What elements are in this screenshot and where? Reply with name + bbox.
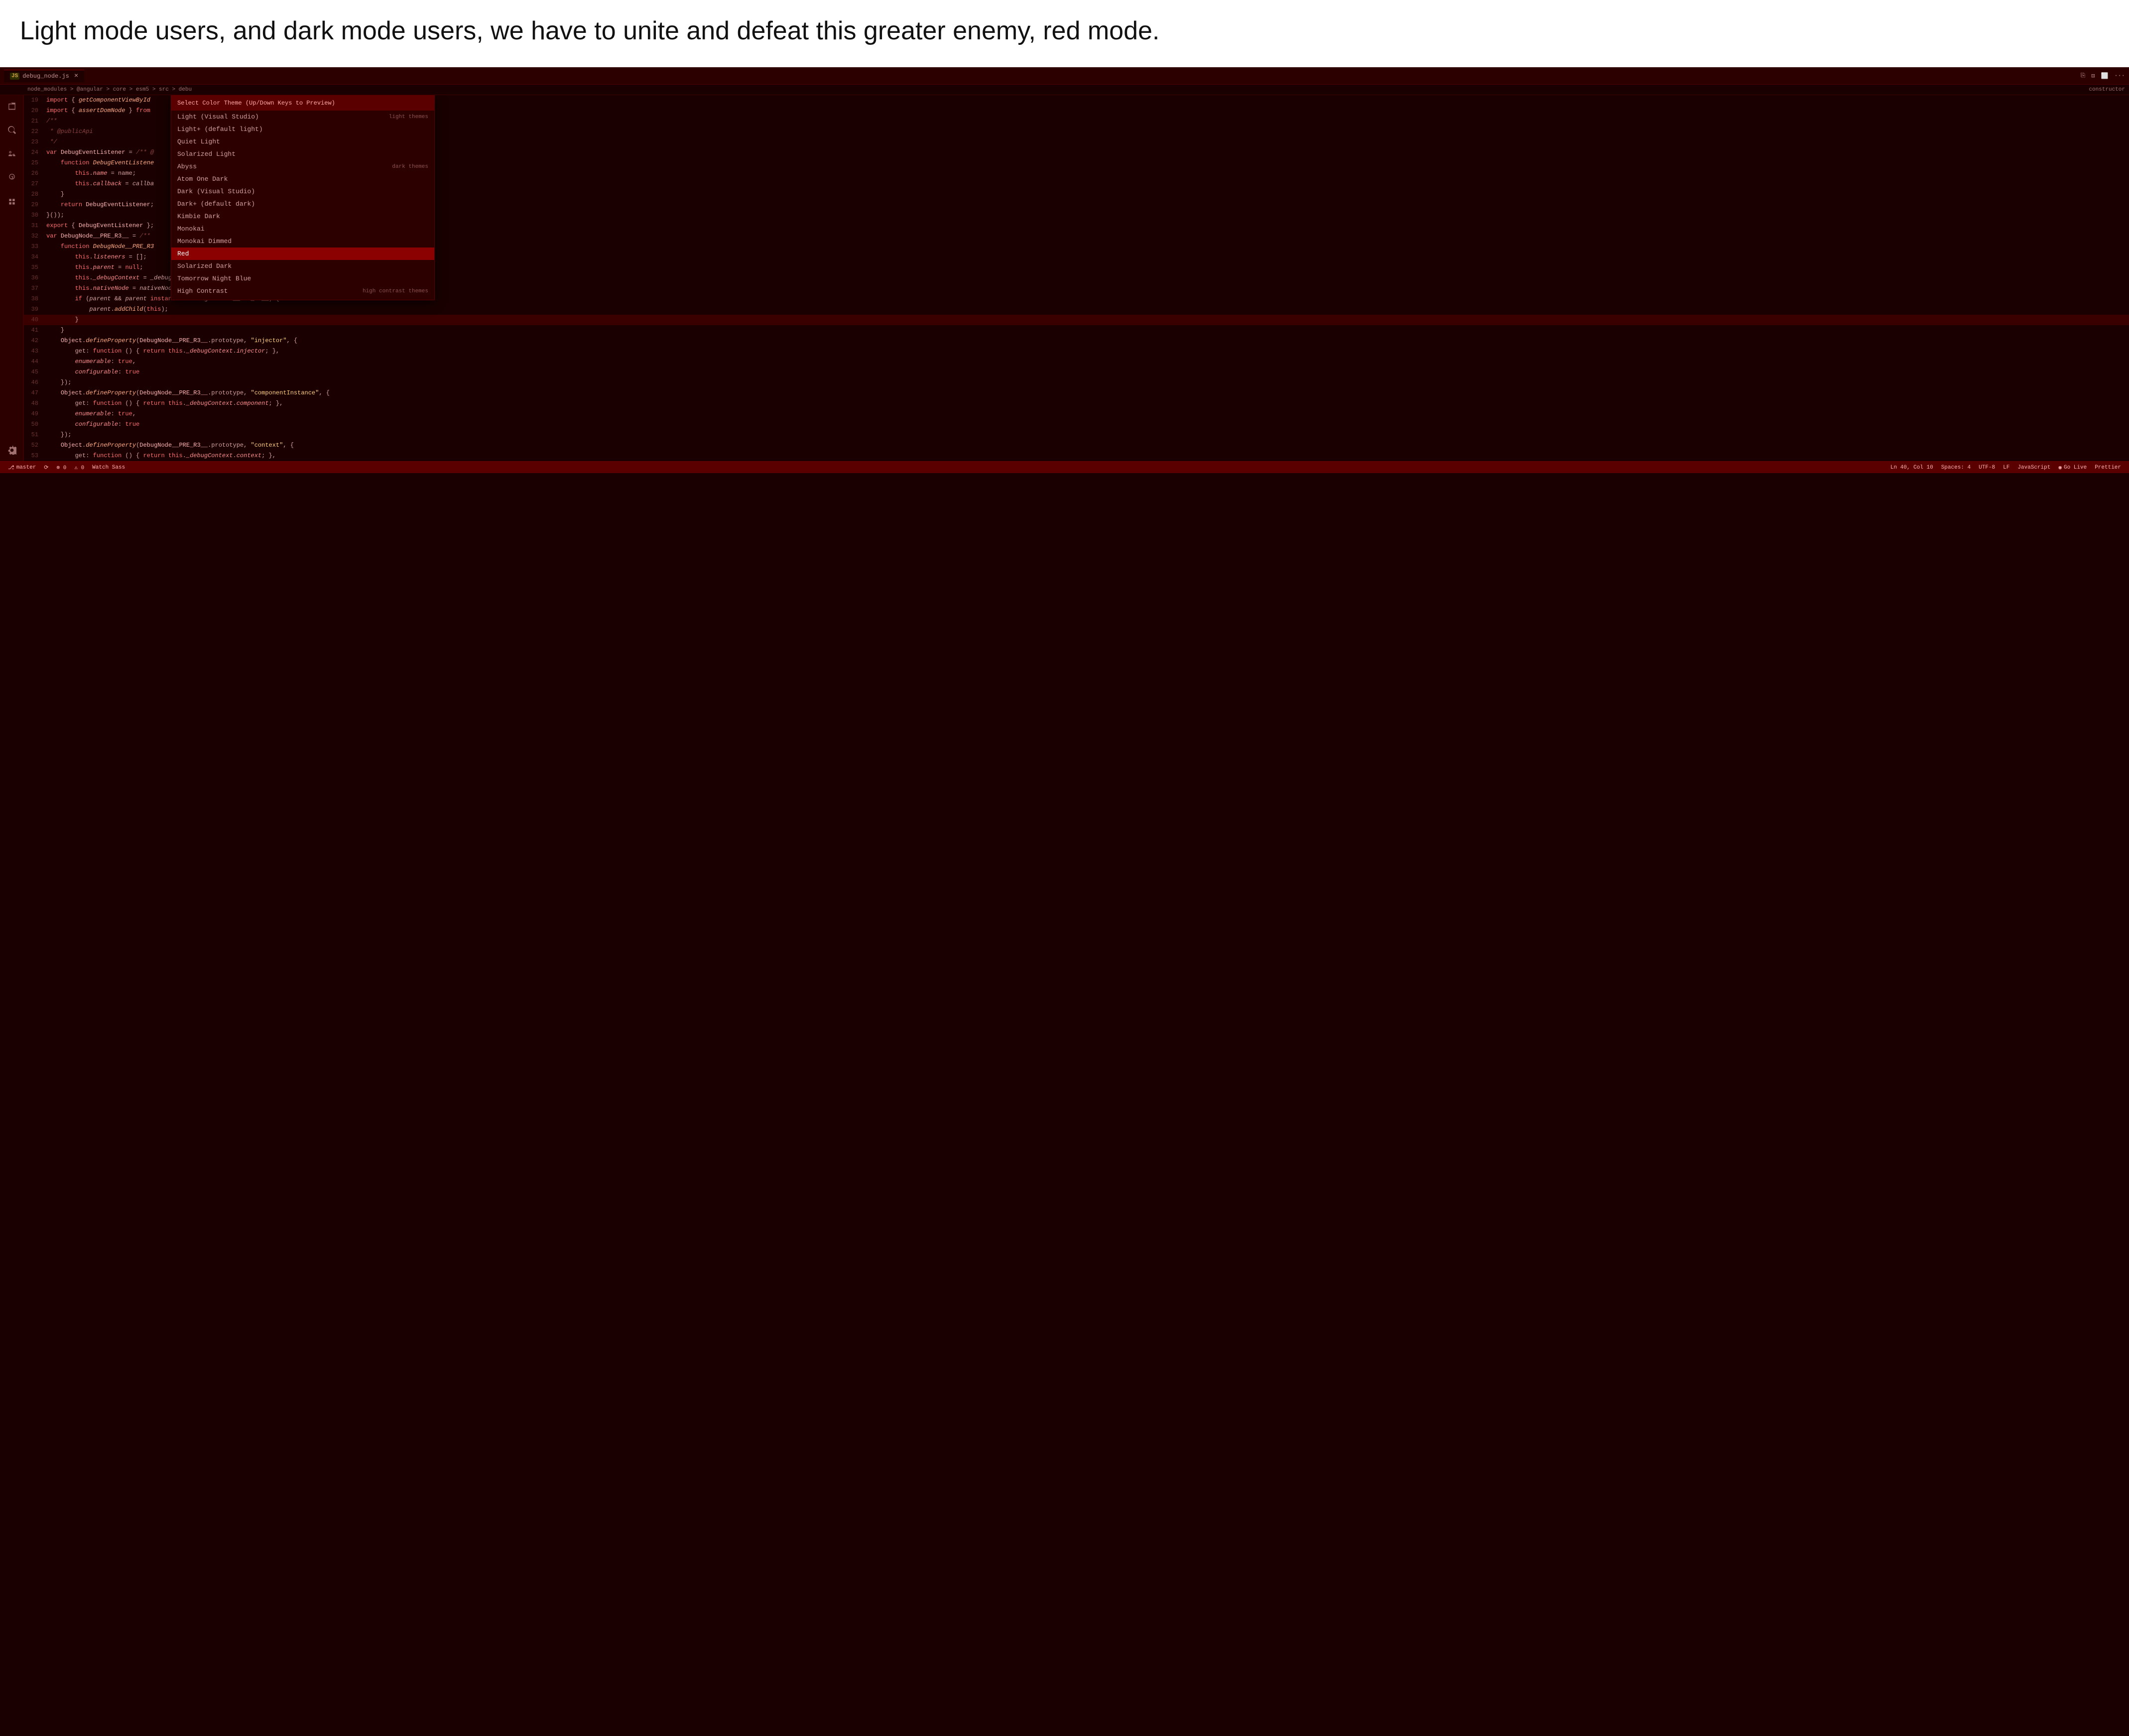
activity-search-icon[interactable] (5, 123, 19, 137)
cursor-position-status[interactable]: Ln 40, Col 10 (1886, 462, 1937, 473)
activity-explorer-icon[interactable] (5, 99, 19, 113)
code-line-41: 41 } (24, 325, 2129, 336)
theme-item-tomorrow-night-blue[interactable]: Tomorrow Night Blue (171, 272, 434, 285)
theme-item-atom-one-dark[interactable]: Atom One Dark (171, 173, 434, 185)
status-bar: ⎇ master ⟳ ⊗ 0 ⚠ 0 Watch Sass Ln 40, Col… (0, 461, 2129, 473)
theme-item-light-visual-studio[interactable]: Light (Visual Studio) light themes (171, 111, 434, 123)
code-line-48: 48 get: function () { return this._debug… (24, 398, 2129, 409)
color-theme-dropdown[interactable]: Select Color Theme (Up/Down Keys to Prev… (171, 95, 435, 300)
vscode-window: JS debug_node.js × ⎘ ⊡ ⬜ ··· node_module… (0, 67, 2129, 473)
split-editor-icon[interactable]: ⎘ (2081, 72, 2086, 80)
activity-extensions-icon[interactable] (5, 195, 19, 209)
tab-close-button[interactable]: × (74, 72, 78, 80)
editor-area: Select Color Theme (Up/Down Keys to Prev… (0, 95, 2129, 461)
watch-sass-status[interactable]: Watch Sass (88, 462, 129, 473)
prettier-label: Prettier (2095, 465, 2121, 471)
breadcrumb-path: node_modules > @angular > core > esm5 > … (27, 87, 192, 93)
watch-sass-label: Watch Sass (92, 465, 125, 471)
line-endings-label: LF (2003, 465, 2009, 471)
encoding-status[interactable]: UTF-8 (1975, 462, 1999, 473)
theme-item-light-plus[interactable]: Light+ (default light) (171, 123, 434, 135)
code-line-40: 40 } (24, 315, 2129, 325)
spaces-status[interactable]: Spaces: 4 (1937, 462, 1975, 473)
sync-status[interactable]: ⟳ (40, 462, 52, 473)
warnings-count: ⚠ 0 (74, 464, 84, 471)
errors-status[interactable]: ⊗ 0 (53, 462, 71, 473)
dropdown-header: Select Color Theme (Up/Down Keys to Prev… (171, 96, 434, 111)
code-line-43: 43 get: function () { return this._debug… (24, 346, 2129, 357)
line-endings-status[interactable]: LF (1999, 462, 2013, 473)
editor-tab[interactable]: JS debug_node.js × (4, 70, 84, 82)
theme-item-high-contrast[interactable]: High Contrast high contrast themes (171, 285, 434, 297)
theme-item-quiet-light[interactable]: Quiet Light (171, 135, 434, 148)
code-line-49: 49 enumerable: true, (24, 409, 2129, 419)
code-line-45: 45 configurable: true (24, 367, 2129, 377)
code-line-51: 51 }); (24, 430, 2129, 440)
code-line-44: 44 enumerable: true, (24, 357, 2129, 367)
language-status[interactable]: JavaScript (2013, 462, 2054, 473)
meme-text: Light mode users, and dark mode users, w… (0, 0, 2129, 67)
layout-icon[interactable]: ⊡ (2091, 72, 2095, 80)
errors-count: ⊗ 0 (57, 464, 67, 471)
theme-item-dark-visual-studio[interactable]: Dark (Visual Studio) (171, 185, 434, 198)
title-bar-actions: ⎘ ⊡ ⬜ ··· (2081, 72, 2125, 80)
theme-item-kimbie-dark[interactable]: Kimbie Dark (171, 210, 434, 223)
activity-bar (0, 95, 24, 461)
theme-item-solarized-dark[interactable]: Solarized Dark (171, 260, 434, 272)
go-live-label: Go Live (2064, 465, 2087, 471)
dropdown-items[interactable]: Light (Visual Studio) light themes Light… (171, 111, 434, 300)
code-line-47: 47 Object.defineProperty(DebugNode__PRE_… (24, 388, 2129, 398)
breadcrumb-right: constructor (2089, 87, 2125, 93)
code-line-52: 52 Object.defineProperty(DebugNode__PRE_… (24, 440, 2129, 451)
git-branch-icon: ⎇ (8, 464, 14, 471)
title-bar: JS debug_node.js × ⎘ ⊡ ⬜ ··· (0, 67, 2129, 85)
sync-icon: ⟳ (44, 464, 48, 471)
panel-icon[interactable]: ⬜ (2101, 72, 2108, 80)
code-line-46: 46 }); (24, 377, 2129, 388)
code-line-42: 42 Object.defineProperty(DebugNode__PRE_… (24, 336, 2129, 346)
theme-item-install-additional[interactable]: Install Additional Color Themes... (171, 297, 434, 300)
theme-item-solarized-light[interactable]: Solarized Light (171, 148, 434, 160)
activity-git-icon[interactable] (5, 147, 19, 161)
theme-item-abyss[interactable]: Abyss dark themes (171, 160, 434, 173)
spaces-label: Spaces: 4 (1941, 465, 1971, 471)
git-branch-name: master (16, 465, 36, 471)
code-line-39: 39 parent.addChild(this); (24, 304, 2129, 315)
cursor-position: Ln 40, Col 10 (1890, 465, 1933, 471)
code-line-53: 53 get: function () { return this._debug… (24, 451, 2129, 461)
git-branch-status[interactable]: ⎇ master (4, 462, 40, 473)
warnings-status[interactable]: ⚠ 0 (70, 462, 88, 473)
activity-settings-icon[interactable] (5, 443, 19, 457)
code-line-50: 50 configurable: true (24, 419, 2129, 430)
prettier-status[interactable]: Prettier (2091, 462, 2125, 473)
theme-item-monokai-dimmed[interactable]: Monokai Dimmed (171, 235, 434, 248)
theme-item-dark-plus[interactable]: Dark+ (default dark) (171, 198, 434, 210)
go-live-status[interactable]: ◉ Go Live (2054, 462, 2091, 473)
language-label: JavaScript (2017, 465, 2050, 471)
theme-item-monokai[interactable]: Monokai (171, 223, 434, 235)
go-live-icon: ◉ (2058, 464, 2062, 471)
activity-debug-icon[interactable] (5, 171, 19, 185)
js-file-icon: JS (10, 73, 19, 80)
encoding-label: UTF-8 (1979, 465, 1995, 471)
theme-item-red[interactable]: Red (171, 248, 434, 260)
breadcrumb: node_modules > @angular > core > esm5 > … (0, 85, 2129, 95)
code-editor[interactable]: Select Color Theme (Up/Down Keys to Prev… (24, 95, 2129, 461)
tab-filename: debug_node.js (22, 73, 69, 80)
more-actions-icon[interactable]: ··· (2114, 72, 2125, 80)
